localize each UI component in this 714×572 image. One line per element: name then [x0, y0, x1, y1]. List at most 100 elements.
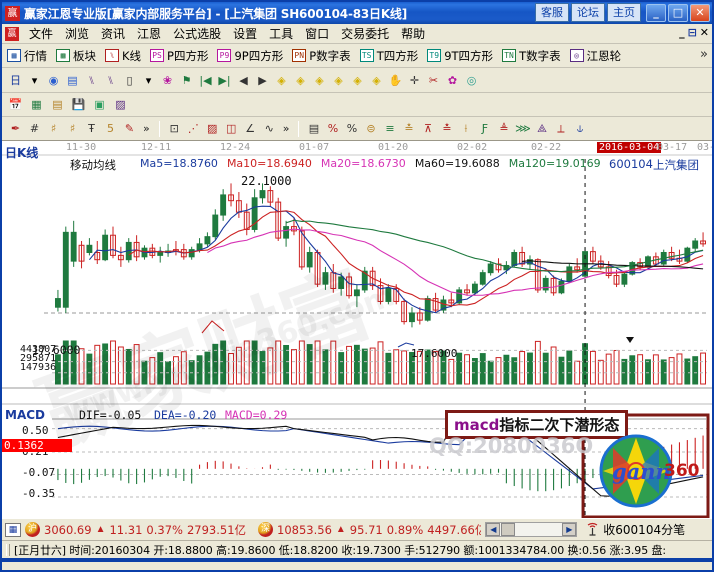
- homepage-button[interactable]: 主页: [607, 3, 641, 22]
- forum-button[interactable]: 论坛: [571, 3, 605, 22]
- menu-item-1[interactable]: 浏览: [59, 24, 95, 43]
- calendar-icon[interactable]: 日: [7, 72, 24, 89]
- mdi-close-button[interactable]: ✕: [700, 26, 709, 39]
- p-square-button[interactable]: PS P四方形: [150, 48, 208, 64]
- drawing-group2-overflow-button[interactable]: »: [283, 122, 290, 135]
- first-icon[interactable]: |◀: [197, 72, 214, 89]
- status-scrollbar[interactable]: ◀ ▶: [485, 522, 578, 537]
- quote-board-icon[interactable]: ▦: [5, 522, 21, 537]
- frame-icon[interactable]: ⊡: [166, 120, 183, 137]
- pen-tool-icon[interactable]: ✒: [7, 120, 24, 137]
- t9-square-label: 9T四方形: [444, 48, 494, 63]
- next-icon[interactable]: ▶: [254, 72, 271, 89]
- maximize-button[interactable]: □: [668, 3, 688, 22]
- calculator-icon[interactable]: ▦: [28, 96, 45, 113]
- diamond4-icon[interactable]: ◈: [330, 72, 347, 89]
- mdi-minimize-button[interactable]: _: [679, 26, 685, 39]
- drawing-group1-overflow-button[interactable]: »: [143, 122, 150, 135]
- print-icon[interactable]: ▨: [112, 96, 129, 113]
- menu-item-2[interactable]: 资讯: [95, 24, 131, 43]
- bar9-icon[interactable]: ⑊: [102, 72, 119, 89]
- gann-fan-icon[interactable]: ♯: [45, 120, 62, 137]
- gann-wheel-icon: ◎: [569, 49, 584, 62]
- f-line-icon[interactable]: ≜: [495, 120, 512, 137]
- pencil-tool-icon[interactable]: ✎: [121, 120, 138, 137]
- diamond1-icon[interactable]: ◈: [273, 72, 290, 89]
- marker-icon[interactable]: ⊼: [419, 120, 436, 137]
- rays-icon[interactable]: ⋰: [185, 120, 202, 137]
- angle-icon[interactable]: ∠: [242, 120, 259, 137]
- pct2-icon[interactable]: ⊜: [362, 120, 379, 137]
- note-icon[interactable]: ▤: [49, 96, 66, 113]
- menu-item-0[interactable]: 文件: [23, 24, 59, 43]
- scroll-left-button[interactable]: ◀: [486, 523, 501, 536]
- chart-area[interactable]: 赢家财富 www.yingjia360.com 日K线 移动均线 Ma5=18.…: [2, 141, 712, 518]
- list-icon[interactable]: ▤: [305, 120, 322, 137]
- ratio-icon[interactable]: ⫝: [571, 120, 588, 137]
- menu-item-6[interactable]: 工具: [263, 24, 299, 43]
- p-number-table-button[interactable]: PN P数字表: [292, 48, 351, 64]
- p9-square-button[interactable]: P9 9P四方形: [217, 48, 283, 64]
- gold-line-icon[interactable]: ≛: [400, 120, 417, 137]
- annotation-text: 指标二次下潜形态: [499, 416, 620, 434]
- fib-tool-icon[interactable]: Ŧ: [83, 120, 100, 137]
- wave-icon[interactable]: ∿: [261, 120, 278, 137]
- minimize-button[interactable]: _: [646, 3, 666, 22]
- toolbar-overflow-button[interactable]: »: [700, 47, 708, 62]
- slope-icon[interactable]: Ƒ: [476, 120, 493, 137]
- gann-wheel-button[interactable]: ◎ 江恩轮: [569, 48, 621, 64]
- menu-item-3[interactable]: 江恩: [131, 24, 167, 43]
- close-button[interactable]: ✕: [690, 3, 710, 22]
- diamond2-icon[interactable]: ◈: [292, 72, 309, 89]
- diamond5-icon[interactable]: ◈: [349, 72, 366, 89]
- dropdown-arrow[interactable]: ▾: [26, 72, 43, 89]
- kline-button[interactable]: ⑊ K线: [105, 48, 141, 64]
- menu-item-9[interactable]: 帮助: [395, 24, 431, 43]
- bar3-icon[interactable]: ⑊: [83, 72, 100, 89]
- gann-grid-icon[interactable]: ♯: [64, 120, 81, 137]
- circle-gold-icon[interactable]: ≡: [381, 120, 398, 137]
- mdi-restore-button[interactable]: ⊟: [688, 26, 697, 39]
- customer-service-button[interactable]: 客服: [535, 3, 569, 22]
- prev-icon[interactable]: ◀: [235, 72, 252, 89]
- menu-item-7[interactable]: 窗口: [299, 24, 335, 43]
- candle-icon[interactable]: ▯: [121, 72, 138, 89]
- stairs-icon[interactable]: ⟁: [533, 120, 550, 137]
- flag-icon[interactable]: ⚑: [178, 72, 195, 89]
- clipboard-icon[interactable]: ▤: [64, 72, 81, 89]
- gold2-icon[interactable]: ⟊: [457, 120, 474, 137]
- brain-icon[interactable]: ◎: [463, 72, 480, 89]
- cross-red-icon[interactable]: ≛: [438, 120, 455, 137]
- scroll-thumb[interactable]: [501, 523, 516, 536]
- menu-item-4[interactable]: 公式选股: [167, 24, 227, 43]
- dropdown-arrow2[interactable]: ▾: [140, 72, 157, 89]
- box-icon[interactable]: ▨: [204, 120, 221, 137]
- t-square-button[interactable]: TS T四方形: [359, 48, 418, 64]
- hand-icon[interactable]: ✋: [387, 72, 404, 89]
- bracket-icon[interactable]: ⟂: [552, 120, 569, 137]
- triple-line-icon[interactable]: ⋙: [514, 120, 531, 137]
- t9-square-button[interactable]: T9 9T四方形: [427, 48, 493, 64]
- copy-icon[interactable]: ▣: [91, 96, 108, 113]
- calendar21-icon[interactable]: 📅: [7, 96, 24, 113]
- channel-icon[interactable]: ◫: [223, 120, 240, 137]
- flower-icon[interactable]: ✿: [444, 72, 461, 89]
- diamond3-icon[interactable]: ◈: [311, 72, 328, 89]
- percent-icon[interactable]: %: [343, 120, 360, 137]
- quotes-button[interactable]: ▦ 行情: [7, 48, 47, 64]
- t-number-table-button[interactable]: TN T数字表: [502, 48, 561, 64]
- menu-item-8[interactable]: 交易委托: [335, 24, 395, 43]
- menu-item-5[interactable]: 设置: [227, 24, 263, 43]
- pct-line-icon[interactable]: %: [324, 120, 341, 137]
- diamond6-icon[interactable]: ◈: [368, 72, 385, 89]
- crosshair-icon[interactable]: ✛: [406, 72, 423, 89]
- sector-button[interactable]: ▩ 板块: [56, 48, 96, 64]
- grid-tool-icon[interactable]: #: [26, 120, 43, 137]
- compass-icon[interactable]: ✂: [425, 72, 442, 89]
- spiral-tool-icon[interactable]: 5: [102, 120, 119, 137]
- scroll-right-button[interactable]: ▶: [562, 523, 577, 536]
- settings-icon[interactable]: ❀: [159, 72, 176, 89]
- save-icon[interactable]: 💾: [70, 96, 87, 113]
- last-icon[interactable]: ▶|: [216, 72, 233, 89]
- globe-icon[interactable]: ◉: [45, 72, 62, 89]
